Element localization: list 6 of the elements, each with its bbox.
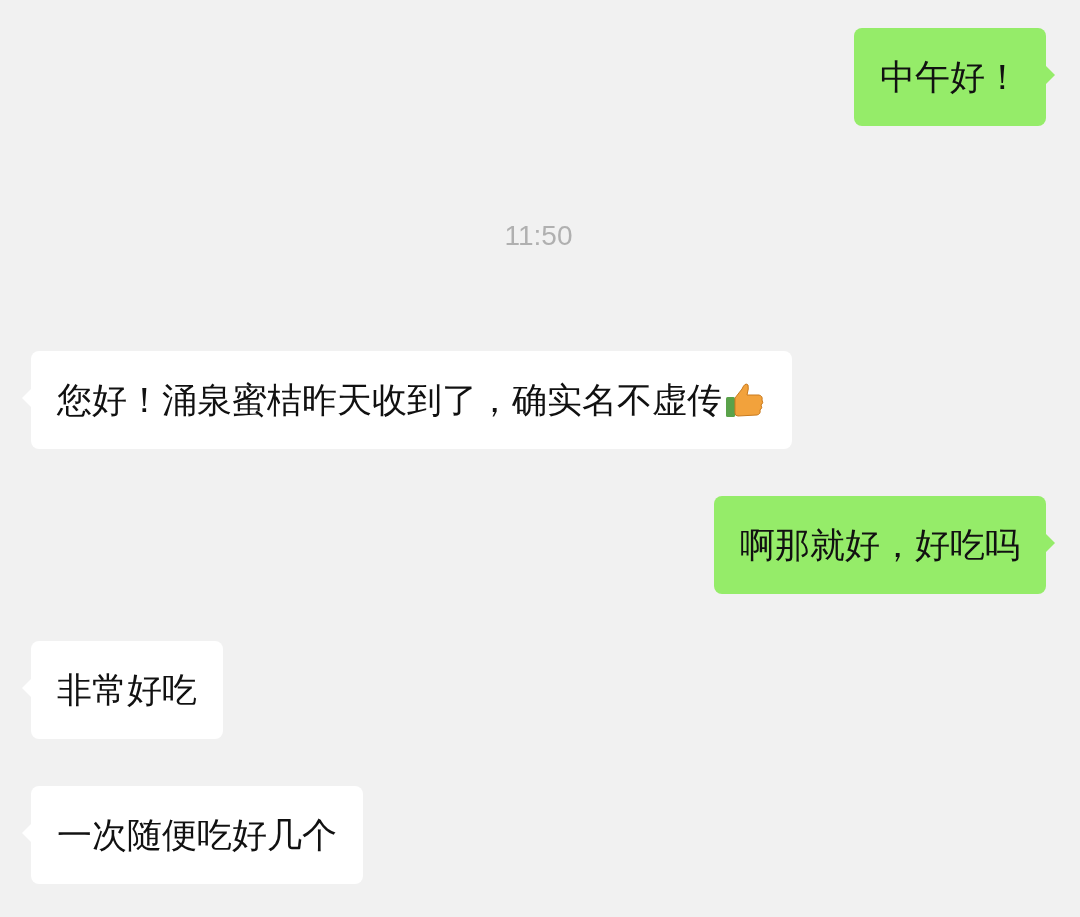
message-bubble: 您好！涌泉蜜桔昨天收到了，确实名不虚传 <box>31 351 792 449</box>
message-bubble: 非常好吃 <box>31 641 223 739</box>
timestamp: 11:50 <box>504 220 573 252</box>
message-bubble: 中午好！ <box>854 28 1046 126</box>
message-bubble: 啊那就好，好吃吗 <box>714 496 1046 594</box>
message-bubble: 一次随便吃好几个 <box>31 786 363 884</box>
